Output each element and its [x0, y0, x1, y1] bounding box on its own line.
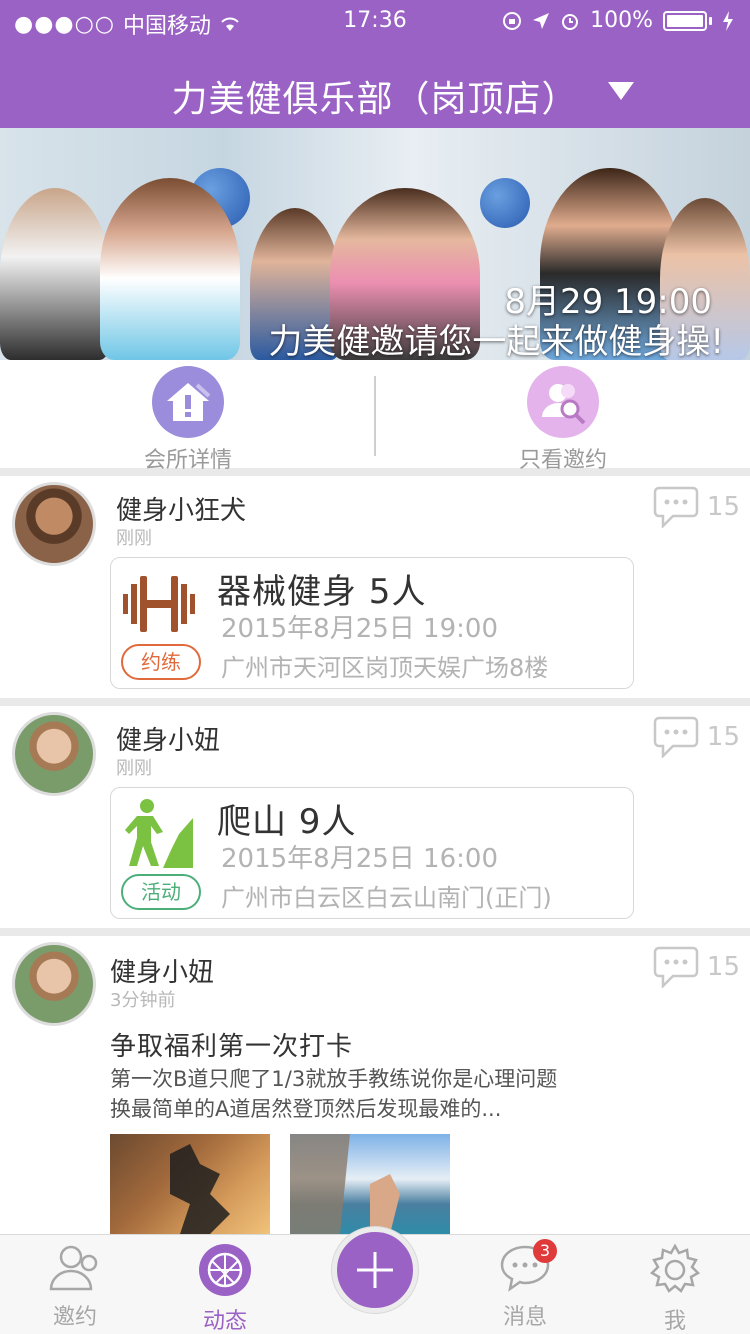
- battery-percent: 100%: [590, 8, 653, 33]
- invites-only-label: 只看邀约: [518, 448, 607, 473]
- club-info-icon[interactable]: [152, 366, 224, 438]
- event-type-badge: 活动: [121, 874, 201, 910]
- post-time: 刚刚: [116, 758, 152, 779]
- status-bar: ●●●○○ 中国移动 17:36 100%: [0, 0, 750, 40]
- post-body-line[interactable]: 换最简单的A道居然登顶然后发现最难的...: [110, 1094, 670, 1124]
- tab-invite-label: 邀约: [52, 1305, 97, 1330]
- battery-tip: [709, 16, 712, 25]
- comment-icon[interactable]: [653, 946, 699, 988]
- post-time: 刚刚: [116, 528, 152, 549]
- tab-messages-label: 消息: [502, 1305, 547, 1330]
- avatar[interactable]: [12, 712, 96, 796]
- comment-button[interactable]: 15: [653, 716, 740, 758]
- club-details-button[interactable]: 会所详情: [88, 366, 288, 474]
- invite-icon[interactable]: [45, 1243, 105, 1293]
- event-card[interactable]: 器械健身 5人 2015年8月25日 19:00 约练 广州市天河区岗顶天娱广场…: [110, 557, 634, 689]
- event-address: 广州市天河区岗顶天娱广场8楼: [221, 654, 549, 682]
- username[interactable]: 健身小狂犬: [116, 490, 246, 527]
- banner-person: [100, 178, 240, 360]
- comment-count: 15: [706, 952, 740, 982]
- banner-caption: 力美健邀请您一起来做健身操!: [268, 322, 724, 360]
- location-icon: [533, 12, 550, 29]
- club-selector[interactable]: 力美健俱乐部（岗顶店）: [0, 40, 750, 128]
- banner-person: [0, 188, 110, 360]
- comment-icon[interactable]: [653, 486, 699, 528]
- username[interactable]: 健身小妞: [116, 720, 220, 757]
- dropdown-caret-icon[interactable]: [608, 82, 634, 100]
- comment-button[interactable]: 15: [653, 486, 740, 528]
- post-time: 3分钟前: [110, 990, 176, 1011]
- alarm-icon: [562, 13, 579, 30]
- dumbbell-icon: [123, 576, 195, 632]
- tab-me-label: 我: [663, 1309, 686, 1334]
- username[interactable]: 健身小妞: [110, 952, 214, 989]
- post-photo[interactable]: [290, 1134, 450, 1234]
- club-title[interactable]: 力美健俱乐部（岗顶店）: [0, 70, 750, 122]
- quick-menu-divider: [374, 376, 376, 456]
- event-date: 2015年8月25日 19:00: [221, 614, 498, 644]
- promo-banner[interactable]: 8月29 19:00 力美健邀请您一起来做健身操!: [0, 128, 750, 360]
- comment-icon[interactable]: [653, 716, 699, 758]
- feed-card[interactable]: 健身小狂犬 刚刚 15 器械健身 5人 2015年8月25日 19:00 约练 …: [0, 476, 750, 698]
- post-body-line[interactable]: 第一次B道只爬了1/3就放手教练说你是心理问题: [110, 1064, 670, 1094]
- settings-icon[interactable]: [648, 1243, 702, 1297]
- charging-icon: [723, 10, 733, 31]
- feed-card[interactable]: 健身小妞 刚刚 15 爬山 9人 2015年8月25日 16:00 活动 广州市…: [0, 706, 750, 928]
- tab-messages[interactable]: 3 消息: [465, 1239, 585, 1331]
- comment-button[interactable]: 15: [653, 946, 740, 988]
- event-card[interactable]: 爬山 9人 2015年8月25日 16:00 活动 广州市白云区白云山南门(正门…: [110, 787, 634, 919]
- invites-only-icon[interactable]: [527, 366, 599, 438]
- feed-card[interactable]: 健身小妞 3分钟前 15 争取福利第一次打卡 第一次B道只爬了1/3就放手教练说…: [0, 936, 750, 1234]
- avatar[interactable]: [12, 482, 96, 566]
- quick-menu: 会所详情 只看邀约: [0, 360, 750, 473]
- battery-icon: [663, 10, 707, 31]
- unread-badge: 3: [533, 1239, 557, 1263]
- event-title: 器械健身 5人: [217, 572, 427, 612]
- event-address: 广州市白云区白云山南门(正门): [221, 884, 552, 912]
- invites-only-button[interactable]: 只看邀约: [463, 366, 663, 474]
- rotation-lock-icon: [503, 11, 522, 30]
- add-icon[interactable]: [353, 1248, 397, 1292]
- add-button[interactable]: [332, 1227, 418, 1313]
- tab-feed-label: 动态: [202, 1309, 247, 1334]
- event-type-badge: 约练: [121, 644, 201, 680]
- feed-icon[interactable]: [198, 1243, 252, 1297]
- comment-count: 15: [706, 492, 740, 522]
- event-title: 爬山 9人: [217, 802, 357, 842]
- tab-feed[interactable]: 动态: [165, 1243, 285, 1334]
- tab-me[interactable]: 我: [615, 1243, 735, 1334]
- event-date: 2015年8月25日 16:00: [221, 844, 498, 874]
- post-title[interactable]: 争取福利第一次打卡: [110, 1026, 353, 1063]
- post-photo[interactable]: [110, 1134, 270, 1234]
- exercise-ball: [480, 178, 530, 228]
- comment-count: 15: [706, 722, 740, 752]
- tab-bar: 邀约 动态 3 消息 我: [0, 1227, 750, 1334]
- hiking-icon: [125, 799, 193, 868]
- avatar[interactable]: [12, 942, 96, 1026]
- club-details-label: 会所详情: [143, 448, 232, 473]
- tab-invite[interactable]: 邀约: [15, 1243, 135, 1331]
